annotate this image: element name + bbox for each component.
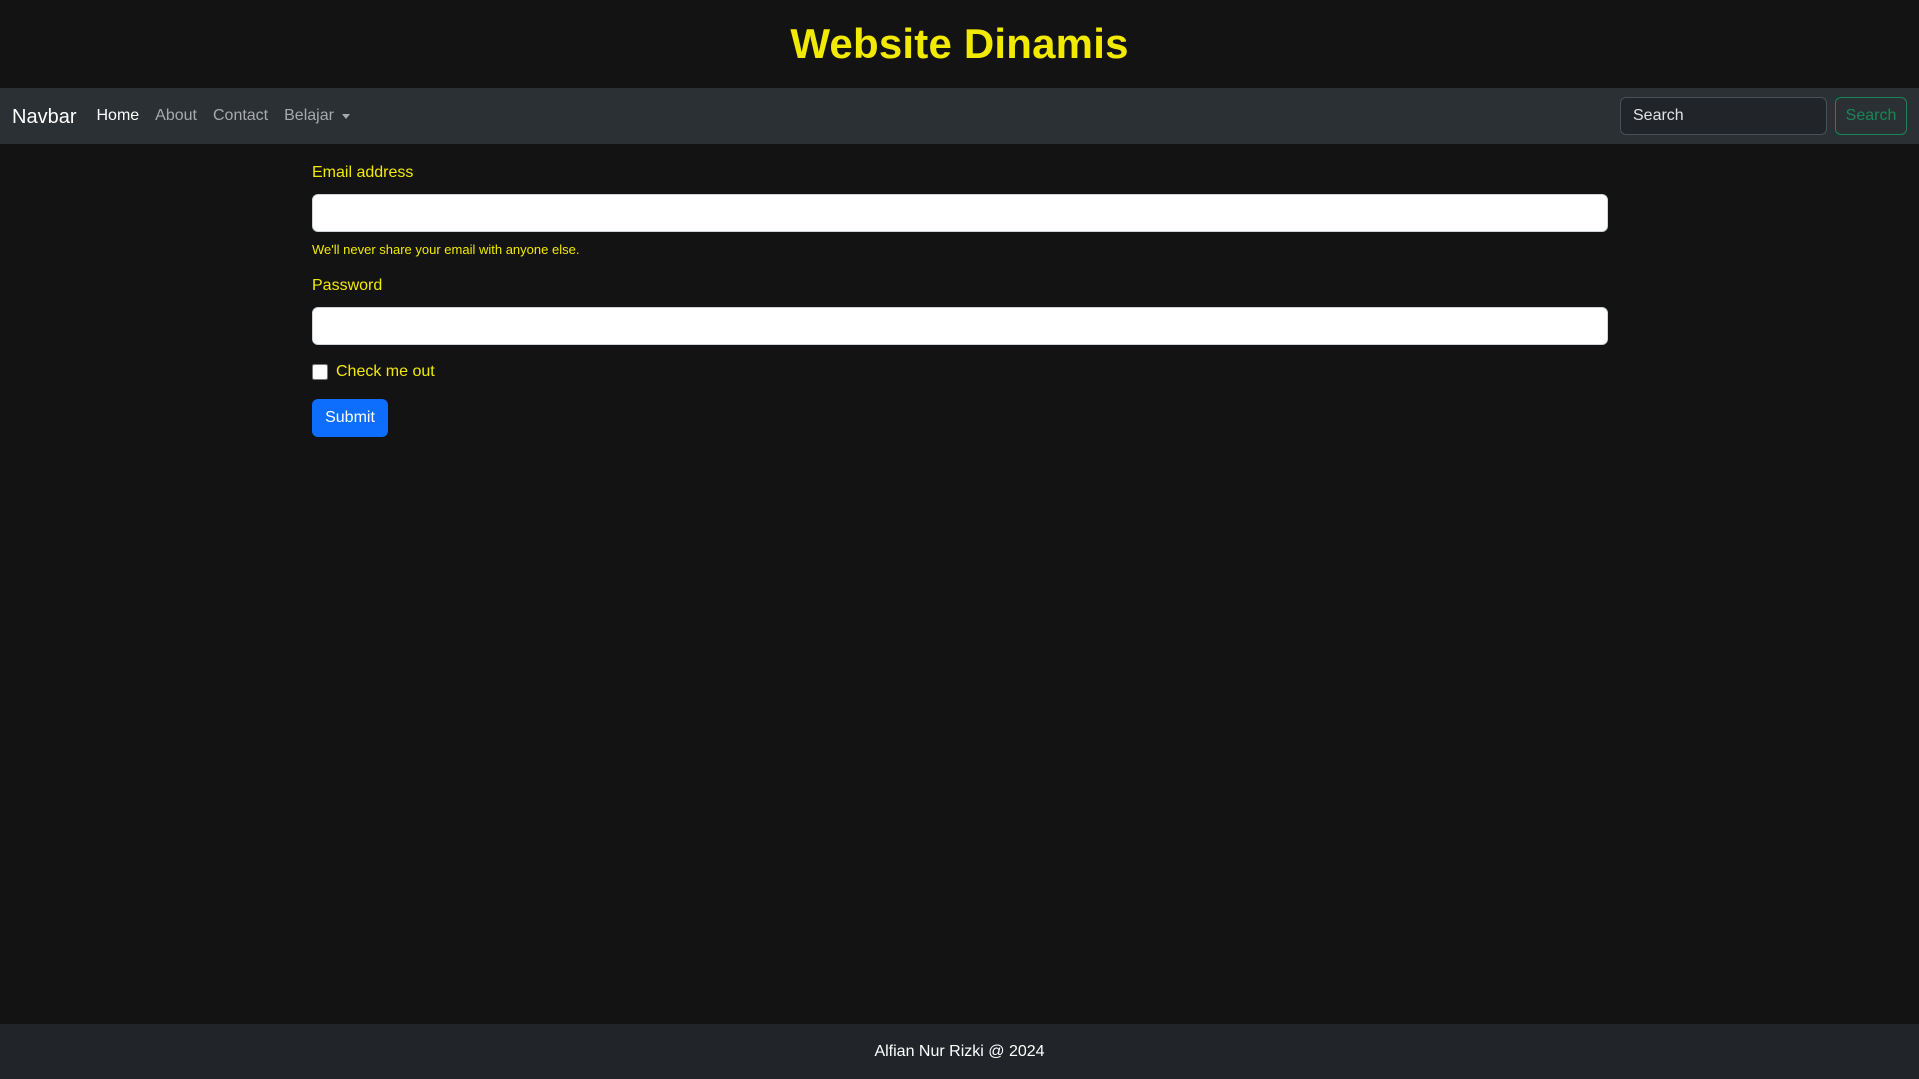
- nav-list: Home About Contact Belajar: [88, 99, 357, 133]
- email-field[interactable]: [312, 194, 1608, 232]
- navbar: Navbar Home About Contact Belajar Search: [0, 88, 1919, 144]
- email-label: Email address: [312, 164, 414, 181]
- nav-dropdown-label: Belajar: [284, 107, 334, 124]
- check-row: Check me out: [312, 363, 1608, 381]
- nav-link-about[interactable]: About: [147, 99, 205, 133]
- check-me-out-checkbox[interactable]: [312, 364, 328, 380]
- nav-link-contact[interactable]: Contact: [205, 99, 276, 133]
- caret-down-icon: [341, 113, 350, 119]
- navbar-brand[interactable]: Navbar: [12, 106, 76, 129]
- search-form: Search: [1620, 97, 1907, 135]
- footer: Alfian Nur Rizki @ 2024: [0, 1024, 1919, 1079]
- nav-item-about: About: [147, 99, 205, 133]
- nav-item-contact: Contact: [205, 99, 276, 133]
- search-input[interactable]: [1620, 97, 1827, 135]
- email-help-text: We'll never share your email with anyone…: [312, 242, 580, 257]
- nav-item-home: Home: [88, 99, 147, 133]
- password-field[interactable]: [312, 307, 1608, 345]
- password-label: Password: [312, 277, 383, 294]
- submit-button[interactable]: Submit: [312, 399, 388, 437]
- nav-item-belajar: Belajar: [276, 99, 358, 133]
- check-me-out-label[interactable]: Check me out: [336, 363, 435, 381]
- search-button[interactable]: Search: [1835, 97, 1907, 135]
- site-title: Website Dinamis: [790, 20, 1129, 67]
- nav-link-home[interactable]: Home: [88, 99, 147, 133]
- login-form: Email address We'll never share your ema…: [312, 144, 1608, 437]
- footer-text: Alfian Nur Rizki @ 2024: [874, 1042, 1045, 1060]
- site-header: Website Dinamis: [0, 0, 1919, 88]
- nav-dropdown-belajar[interactable]: Belajar: [276, 99, 358, 133]
